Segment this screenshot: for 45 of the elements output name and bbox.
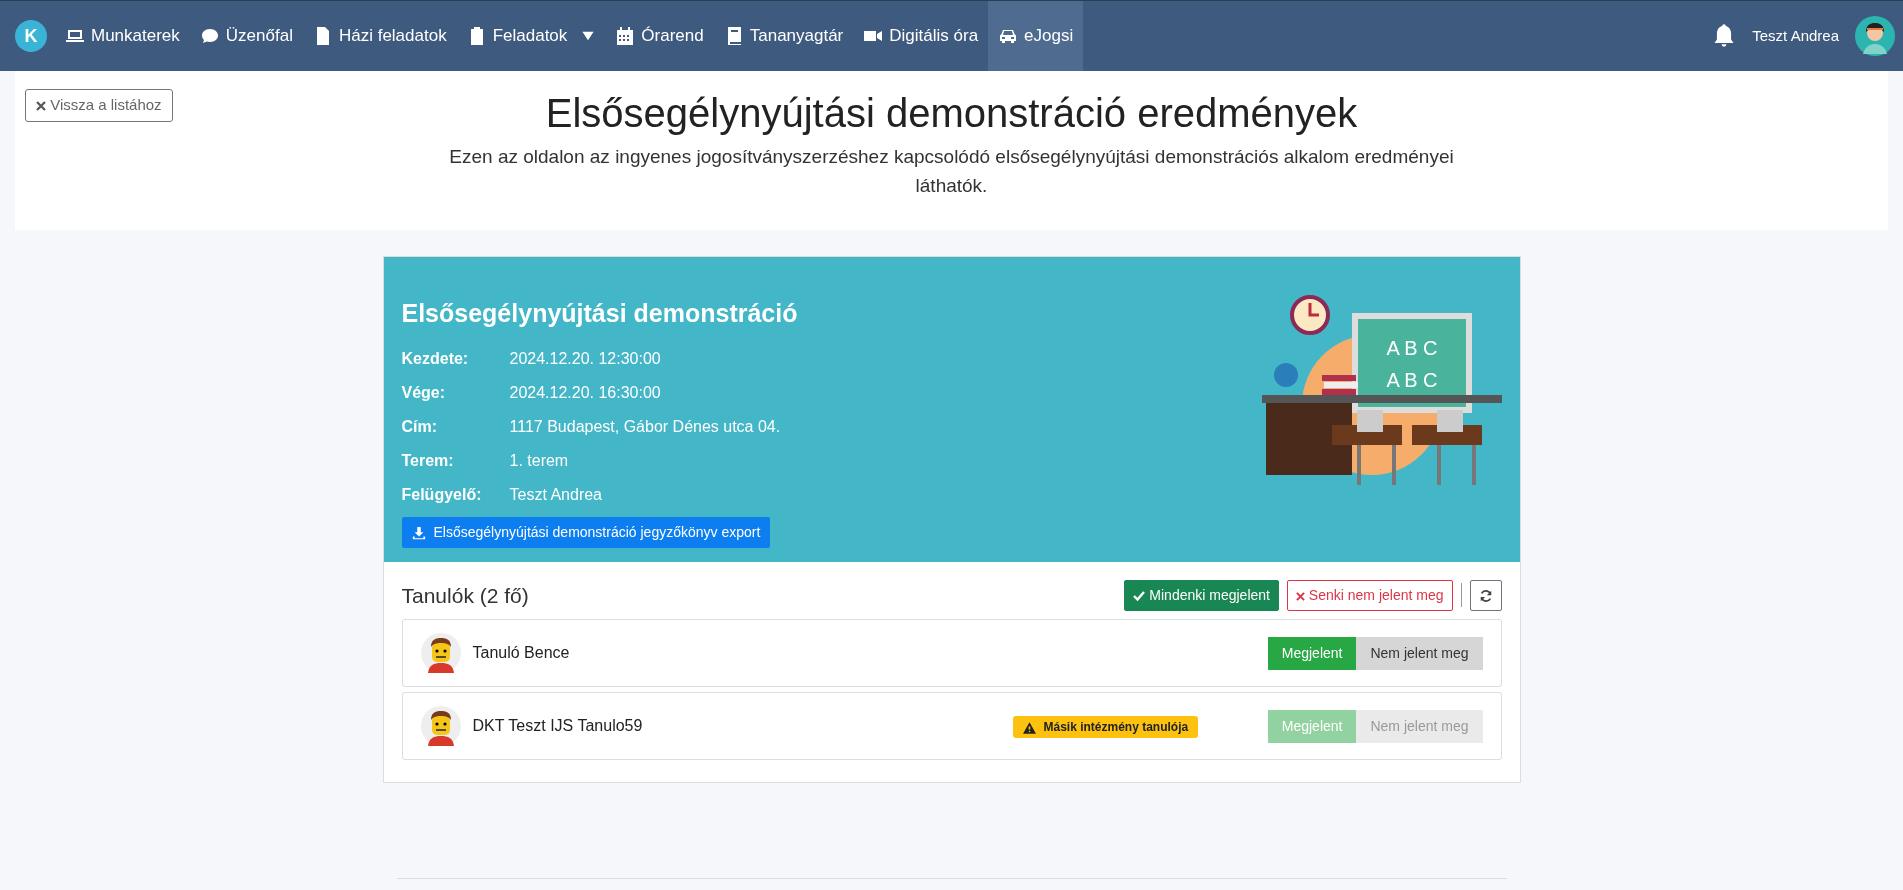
absent-toggle[interactable]: Nem jelent meg <box>1356 636 1483 670</box>
refresh-button[interactable] <box>1469 579 1502 611</box>
page-description: Ezen az oldalon az ingyenes jogosítványszerzéshez kapcsolódó elsősegélynyújtási demonstrációs alkalom eredményei láthatók. <box>448 145 1455 198</box>
all-present-button[interactable]: Mindenki megjelent <box>1124 579 1279 611</box>
student-name: Tanuló Bence <box>472 643 571 663</box>
nav-tab[interactable]: Üzenőfal <box>189 1 303 71</box>
nav-tab[interactable]: Munkaterek <box>55 1 190 71</box>
export-button[interactable]: Elsősegélynyújtási demonstráció jegyzőkönyv export <box>401 516 771 548</box>
student-name: DKT Teszt IJS Tanulo59 <box>472 716 644 736</box>
detail-value: 1. terem <box>509 451 569 469</box>
students-heading: Tanulók (2 fő) <box>401 582 529 609</box>
user-avatar-icon[interactable] <box>1855 16 1895 56</box>
detail-label: Vége: <box>401 382 447 403</box>
event-title: Elsősegélynyújtási demonstráció <box>401 298 798 329</box>
board-text: A B C <box>1385 337 1438 359</box>
none-present-button[interactable]: Senki nem jelent meg <box>1286 579 1453 611</box>
back-button[interactable]: Vissza a listához <box>25 89 173 122</box>
detail-value: 1117 Budapest, Gábor Dénes utca 04. <box>509 417 781 435</box>
close-icon <box>36 101 46 112</box>
calendar-icon <box>615 26 636 46</box>
detail-value: Teszt Andrea <box>509 485 602 503</box>
nav-tab[interactable]: eJogsi <box>988 1 1084 71</box>
nav-tab[interactable]: Digitális óra <box>853 1 989 71</box>
detail-label: Kezdete: <box>401 348 470 369</box>
nav-tab[interactable]: Órarend <box>605 1 714 71</box>
detail-label: Felügyelő: <box>401 484 483 505</box>
detail-value: 2024.12.20. 16:30:00 <box>509 383 661 401</box>
user-name[interactable]: Teszt Andrea <box>1752 24 1839 48</box>
warning-icon <box>1022 721 1036 734</box>
student-avatar-icon <box>420 633 461 673</box>
nav-tab[interactable]: Házi feladatok <box>302 1 457 71</box>
check-icon <box>1133 590 1146 603</box>
student-avatar-icon <box>420 706 461 746</box>
nav-tab[interactable]: Tananyagtár <box>713 1 854 71</box>
refresh-icon <box>1478 589 1493 604</box>
detail-value: 2024.12.20. 12:30:00 <box>509 349 661 367</box>
detail-label: Cím: <box>401 416 439 437</box>
board-text: A B C <box>1385 369 1438 391</box>
close-icon <box>1295 591 1305 601</box>
page-title: Elsősegélynyújtási demonstráció eredmények <box>545 90 1358 137</box>
download-icon <box>411 525 426 540</box>
detail-label: Terem: <box>401 450 455 471</box>
nav-tab[interactable]: Feladatok <box>456 1 606 71</box>
speech-bubble-icon <box>199 26 220 46</box>
warning-badge: Másik intézmény tanulója <box>1012 715 1199 738</box>
